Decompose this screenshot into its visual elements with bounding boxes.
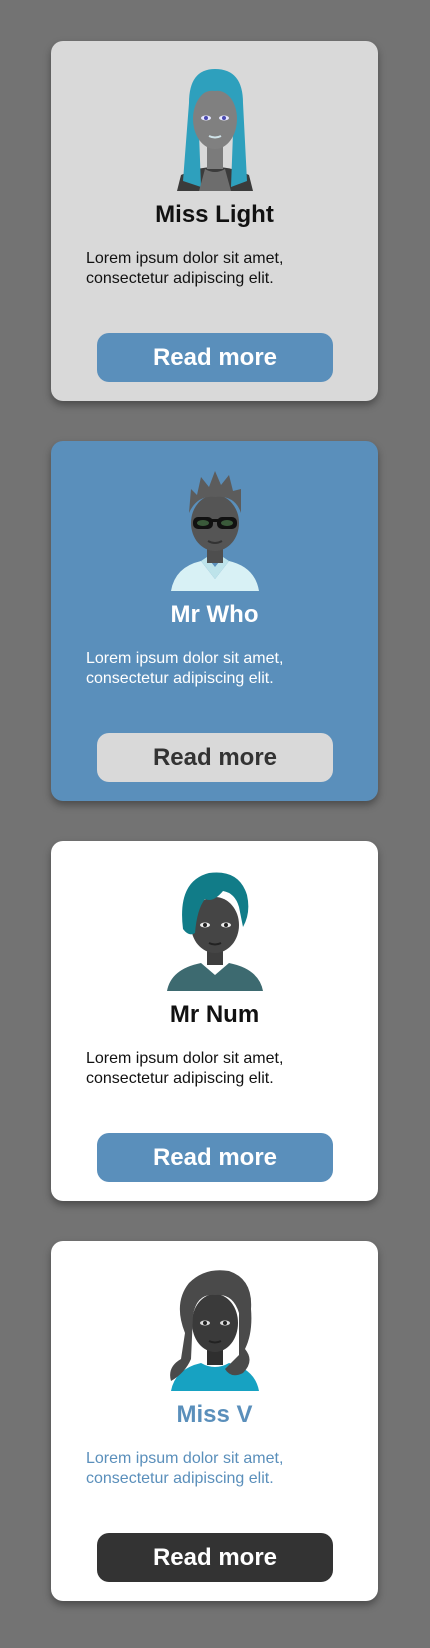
female-avatar-long-teal-hair-icon bbox=[155, 63, 275, 191]
read-more-button[interactable]: Read more bbox=[97, 733, 333, 782]
profile-description: Lorem ipsum dolor sit amet, consectetur … bbox=[86, 1450, 284, 1487]
male-avatar-sunglasses-icon bbox=[155, 463, 275, 591]
profile-card-miss-v: Miss V Lorem ipsum dolor sit amet, conse… bbox=[51, 1241, 378, 1601]
profile-name: Miss V bbox=[176, 1401, 253, 1428]
profile-card-mr-num: Mr Num Lorem ipsum dolor sit amet, conse… bbox=[51, 841, 378, 1201]
profile-card-mr-who: Mr Who Lorem ipsum dolor sit amet, conse… bbox=[51, 441, 378, 801]
profile-description: Lorem ipsum dolor sit amet, consectetur … bbox=[86, 1050, 284, 1087]
read-more-button[interactable]: Read more bbox=[97, 333, 333, 382]
profile-description: Lorem ipsum dolor sit amet, consectetur … bbox=[86, 650, 284, 687]
profile-card-miss-light: Miss Light Lorem ipsum dolor sit amet, c… bbox=[51, 41, 378, 401]
read-more-button[interactable]: Read more bbox=[97, 1533, 333, 1582]
profile-description: Lorem ipsum dolor sit amet, consectetur … bbox=[86, 250, 284, 287]
profile-name: Miss Light bbox=[155, 201, 274, 228]
profile-name: Mr Num bbox=[169, 1001, 260, 1028]
male-avatar-teal-hair-icon bbox=[155, 863, 275, 991]
profile-name: Mr Who bbox=[170, 601, 259, 628]
read-more-button[interactable]: Read more bbox=[97, 1133, 333, 1182]
female-avatar-wavy-hair-icon bbox=[155, 1263, 275, 1391]
